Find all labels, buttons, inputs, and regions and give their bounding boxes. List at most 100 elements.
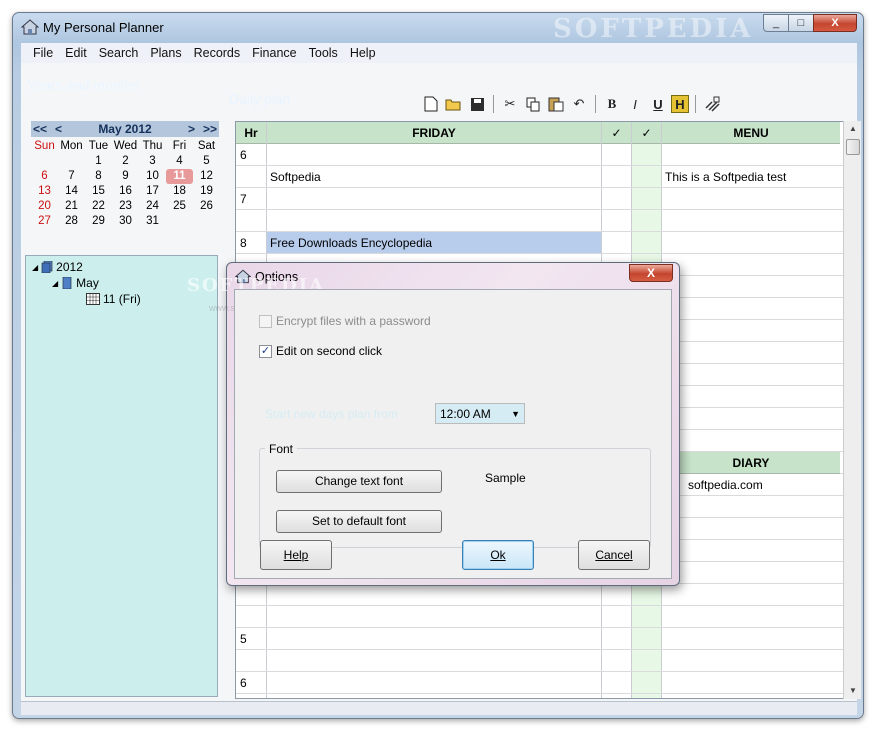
default-font-button[interactable]: Set to default font bbox=[276, 510, 442, 533]
cut-scissors-icon[interactable]: ✂ bbox=[500, 94, 520, 114]
right-pane-header: Daily plan bbox=[229, 91, 291, 107]
plan-entry[interactable]: Softpedia bbox=[270, 170, 321, 184]
calendar-day[interactable]: 23 bbox=[112, 199, 139, 214]
checkmark-icon[interactable]: ✓ bbox=[259, 344, 272, 358]
next-month-button[interactable]: > bbox=[188, 122, 195, 136]
calendar-day[interactable]: 18 bbox=[166, 184, 193, 199]
calendar-day[interactable]: 9 bbox=[112, 169, 139, 184]
calendar-day[interactable]: 20 bbox=[31, 199, 58, 214]
calendar-page-icon bbox=[62, 277, 72, 289]
calendar-day[interactable]: 29 bbox=[85, 214, 112, 229]
scroll-thumb[interactable] bbox=[846, 139, 860, 155]
save-disk-icon[interactable] bbox=[467, 94, 487, 114]
prev-month-button[interactable]: < bbox=[55, 122, 62, 136]
toolbar-separator bbox=[493, 95, 494, 113]
calendar-day[interactable]: 1 bbox=[85, 154, 112, 169]
tree-node-month[interactable]: ◢ May bbox=[52, 276, 99, 290]
calendar-day[interactable]: 10 bbox=[139, 169, 166, 184]
undo-icon[interactable]: ↶ bbox=[569, 94, 589, 114]
calendar-day[interactable]: 4 bbox=[166, 154, 193, 169]
calendar-day[interactable]: 8 bbox=[85, 169, 112, 184]
bold-button[interactable]: B bbox=[602, 94, 622, 114]
menu-file[interactable]: File bbox=[27, 46, 59, 60]
weekday-header: Fri bbox=[172, 140, 187, 152]
table-row[interactable] bbox=[236, 650, 848, 672]
minimize-button[interactable]: _ bbox=[763, 14, 789, 32]
highlight-button[interactable]: H bbox=[671, 95, 689, 113]
start-time-select[interactable]: 12:00 AM ▼ bbox=[435, 403, 525, 424]
calendar-day[interactable]: 17 bbox=[139, 184, 166, 199]
change-font-button[interactable]: Change text font bbox=[276, 470, 442, 493]
weekday-header: Thu bbox=[142, 140, 163, 152]
expand-triangle-icon[interactable]: ◢ bbox=[32, 263, 38, 272]
dropdown-arrow-icon[interactable]: ▼ bbox=[511, 409, 520, 419]
maximize-button[interactable]: □ bbox=[788, 14, 814, 32]
calendar-day[interactable]: 26 bbox=[193, 199, 220, 214]
calendar-day[interactable]: 22 bbox=[85, 199, 112, 214]
calendar-day[interactable]: 3 bbox=[139, 154, 166, 169]
calendar-day-today[interactable]: 11 bbox=[166, 169, 193, 184]
open-folder-icon[interactable] bbox=[444, 94, 464, 114]
menu-search[interactable]: Search bbox=[93, 46, 145, 60]
table-row[interactable] bbox=[236, 672, 848, 694]
calendar-day[interactable]: 28 bbox=[58, 214, 85, 229]
calendar-day[interactable]: 31 bbox=[139, 214, 166, 229]
calendar-day[interactable]: 6 bbox=[31, 169, 58, 184]
calendar-day[interactable]: 25 bbox=[166, 199, 193, 214]
tree-node-year[interactable]: ◢ 2012 bbox=[32, 260, 83, 274]
close-button[interactable]: X bbox=[813, 14, 857, 32]
calendar-day[interactable]: 24 bbox=[139, 199, 166, 214]
cancel-button[interactable]: Cancel bbox=[578, 540, 650, 570]
calendar-day[interactable]: 13 bbox=[31, 184, 58, 199]
encrypt-checkbox[interactable]: Encrypt files with a password bbox=[259, 314, 431, 328]
underline-button[interactable]: U bbox=[648, 94, 668, 114]
prev-year-button[interactable]: << bbox=[33, 122, 47, 136]
calendar-day[interactable]: 15 bbox=[85, 184, 112, 199]
calendar-day[interactable]: 21 bbox=[58, 199, 85, 214]
calendar-day[interactable]: 27 bbox=[31, 214, 58, 229]
edit-second-click-checkbox[interactable]: ✓ Edit on second click bbox=[259, 344, 382, 358]
ok-button[interactable]: Ok bbox=[462, 540, 534, 570]
menu-entry[interactable]: This is a Softpedia test bbox=[665, 170, 786, 184]
menu-help[interactable]: Help bbox=[344, 46, 382, 60]
calendar-day[interactable]: 14 bbox=[58, 184, 85, 199]
calendar-day bbox=[31, 154, 58, 169]
calendar-day[interactable]: 7 bbox=[58, 169, 85, 184]
calendar-day[interactable]: 19 bbox=[193, 184, 220, 199]
calendar-day[interactable]: 2 bbox=[112, 154, 139, 169]
plan-entry[interactable]: Free Downloads Encyclopedia bbox=[270, 236, 432, 250]
paste-clipboard-icon[interactable] bbox=[546, 94, 566, 114]
menu-tools[interactable]: Tools bbox=[303, 46, 344, 60]
calendar-day[interactable]: 12 bbox=[193, 169, 220, 184]
scroll-down-arrow-icon[interactable]: ▼ bbox=[844, 683, 862, 699]
title-bar[interactable]: My Personal Planner SOFTPEDIA _ □ X bbox=[13, 13, 863, 44]
menu-records[interactable]: Records bbox=[188, 46, 247, 60]
table-row[interactable] bbox=[236, 628, 848, 650]
expand-triangle-icon[interactable]: ◢ bbox=[52, 279, 58, 288]
calendar-day[interactable]: 5 bbox=[193, 154, 220, 169]
copy-icon[interactable] bbox=[523, 94, 543, 114]
diary-entry[interactable]: softpedia.com bbox=[688, 478, 763, 492]
checkbox-box[interactable] bbox=[259, 314, 272, 328]
tree-node-day[interactable]: 11 (Fri) bbox=[86, 292, 141, 306]
table-row[interactable] bbox=[236, 188, 848, 210]
dialog-close-button[interactable]: X bbox=[629, 264, 673, 282]
start-time-label: Start new days plan from bbox=[265, 407, 398, 421]
help-button[interactable]: Help bbox=[260, 540, 332, 570]
table-row[interactable] bbox=[236, 584, 848, 606]
calendar-day[interactable]: 16 bbox=[112, 184, 139, 199]
next-year-button[interactable]: >> bbox=[203, 122, 217, 136]
scroll-up-arrow-icon[interactable]: ▲ bbox=[844, 121, 862, 137]
menu-finance[interactable]: Finance bbox=[246, 46, 302, 60]
table-row[interactable] bbox=[236, 606, 848, 628]
vertical-scrollbar[interactable]: ▲ ▼ bbox=[843, 121, 861, 699]
start-time-value: 12:00 AM bbox=[440, 406, 491, 421]
menu-edit[interactable]: Edit bbox=[59, 46, 93, 60]
italic-button[interactable]: I bbox=[625, 94, 645, 114]
table-row[interactable] bbox=[236, 144, 848, 166]
link-chain-icon[interactable] bbox=[702, 94, 722, 114]
calendar-day[interactable]: 30 bbox=[112, 214, 139, 229]
menu-plans[interactable]: Plans bbox=[144, 46, 187, 60]
table-row[interactable] bbox=[236, 210, 848, 232]
new-document-icon[interactable] bbox=[421, 94, 441, 114]
